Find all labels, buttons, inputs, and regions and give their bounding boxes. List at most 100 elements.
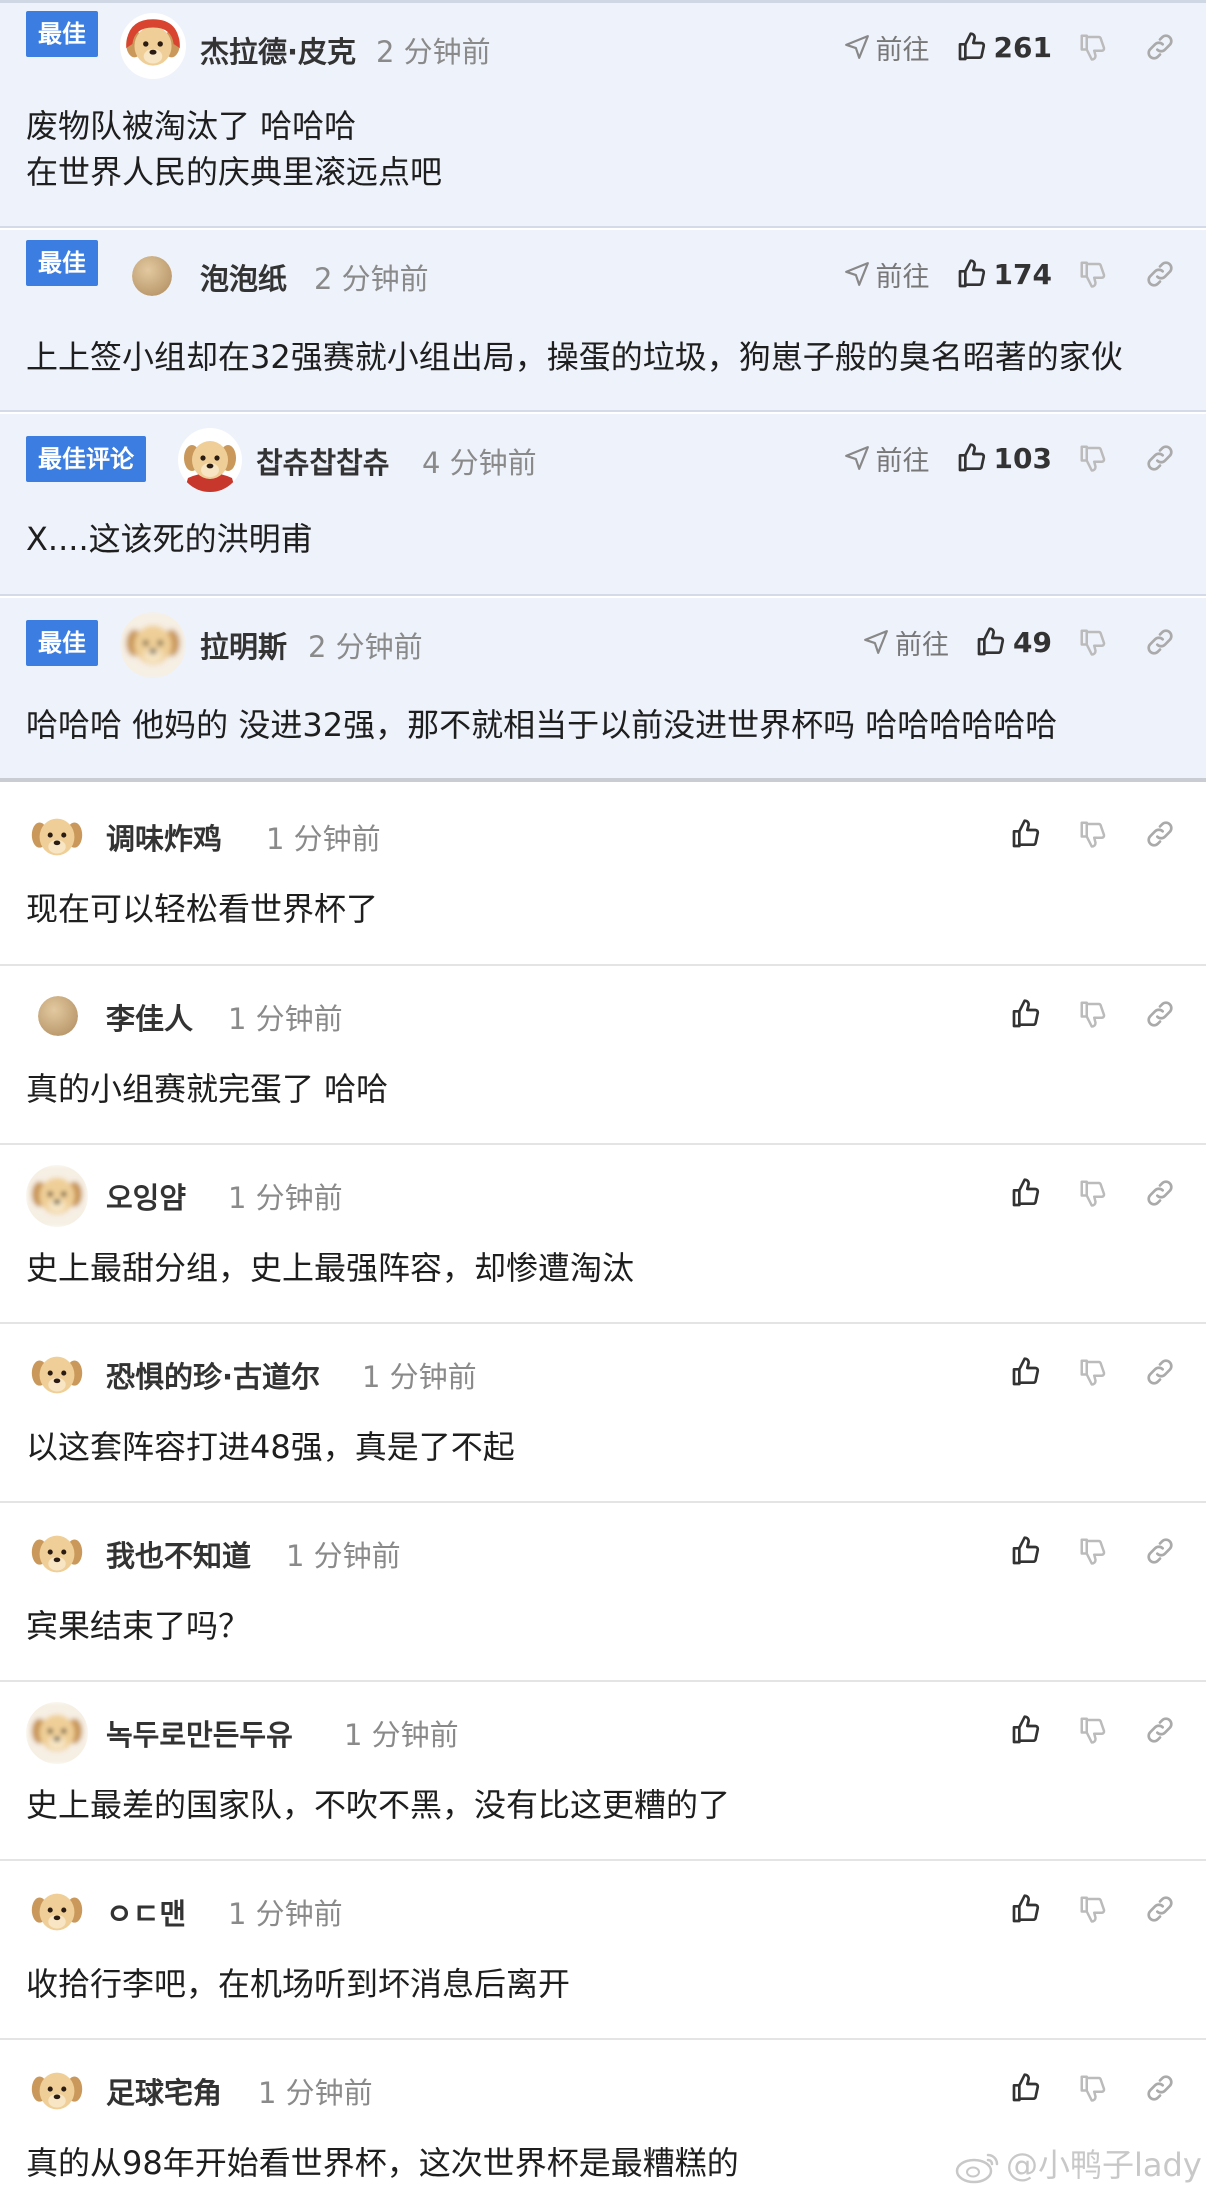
thumbs-down-icon bbox=[1080, 1359, 1106, 1386]
dislike-button[interactable] bbox=[1078, 2073, 1108, 2103]
thumbs-up-icon bbox=[1012, 1357, 1040, 1386]
link-icon bbox=[1147, 1538, 1173, 1564]
best-comment: 最佳 泡泡纸 2 分钟前 前往 174 上上签小组却在32强赛就小组出局，操蛋的… bbox=[0, 230, 1206, 412]
author-name[interactable]: 찹츄찹찹츄 bbox=[256, 440, 389, 482]
dislike-button[interactable] bbox=[1078, 443, 1108, 473]
author-name[interactable]: 我也不知道 bbox=[106, 1533, 251, 1575]
timestamp: 1 分钟前 bbox=[344, 1718, 459, 1752]
avatar[interactable] bbox=[178, 428, 242, 492]
like-button[interactable] bbox=[1010, 818, 1048, 850]
like-button[interactable] bbox=[1010, 998, 1048, 1030]
like-button[interactable]: 261 bbox=[956, 31, 1052, 64]
best-badge: 最佳评论 bbox=[26, 436, 146, 482]
goto-button[interactable]: 前往 bbox=[844, 255, 930, 294]
share-link-button[interactable] bbox=[1144, 1893, 1176, 1925]
dislike-button[interactable] bbox=[1078, 1894, 1108, 1924]
share-link-button[interactable] bbox=[1144, 1535, 1176, 1567]
beige-circle-icon bbox=[38, 996, 78, 1036]
dislike-button[interactable] bbox=[1078, 259, 1108, 289]
like-button[interactable]: 103 bbox=[956, 442, 1052, 475]
goto-label: 前往 bbox=[895, 629, 950, 661]
goto-label: 前往 bbox=[875, 34, 930, 66]
share-link-button[interactable] bbox=[1144, 1714, 1176, 1746]
author-name[interactable]: 足球宅角 bbox=[106, 2070, 222, 2112]
thumbs-up-icon bbox=[1012, 999, 1040, 1028]
link-icon bbox=[1147, 34, 1173, 60]
link-icon bbox=[1147, 1001, 1173, 1027]
like-button[interactable] bbox=[1010, 1356, 1048, 1388]
avatar[interactable] bbox=[26, 1881, 88, 1943]
avatar[interactable] bbox=[26, 1165, 88, 1227]
author-name[interactable]: 李佳人 bbox=[106, 996, 193, 1038]
author-name[interactable]: 拉明斯 bbox=[200, 624, 287, 666]
author-name[interactable]: ㅇㄷ맨 bbox=[106, 1891, 186, 1933]
avatar[interactable] bbox=[26, 1702, 88, 1764]
author-name[interactable]: 오잉얌 bbox=[106, 1175, 186, 1217]
goto-button[interactable]: 前往 bbox=[844, 28, 930, 67]
comment-text: 现在可以轻松看世界杯了 bbox=[26, 890, 379, 928]
best-comment: 最佳 杰拉德·皮克 2 分钟前 前往 261 废物队被淘汰了 哈哈哈 在世界人民… bbox=[0, 3, 1206, 228]
puppy-icon bbox=[26, 2060, 88, 2122]
comment-text: 收拾行李吧，在机场听到坏消息后离开 bbox=[26, 1965, 571, 2003]
timestamp: 4 分钟前 bbox=[422, 446, 537, 480]
author-name[interactable]: 녹두로만든두유 bbox=[106, 1712, 293, 1754]
avatar[interactable] bbox=[38, 996, 78, 1036]
like-button[interactable] bbox=[1010, 1177, 1048, 1209]
like-button[interactable] bbox=[1010, 1893, 1048, 1925]
dislike-button[interactable] bbox=[1078, 32, 1108, 62]
author-name[interactable]: 调味炸鸡 bbox=[106, 816, 222, 858]
thumbs-down-icon bbox=[1080, 629, 1106, 656]
dislike-button[interactable] bbox=[1078, 1357, 1108, 1387]
share-link-button[interactable] bbox=[1144, 2072, 1176, 2104]
puppy-blurred-icon bbox=[26, 1702, 88, 1764]
share-link-button[interactable] bbox=[1144, 31, 1176, 63]
goto-button[interactable]: 前往 bbox=[844, 439, 930, 478]
best-badge: 最佳 bbox=[26, 11, 98, 57]
avatar[interactable] bbox=[26, 1523, 88, 1585]
thumbs-down-icon bbox=[1080, 1001, 1106, 1028]
dislike-button[interactable] bbox=[1078, 999, 1108, 1029]
like-button[interactable] bbox=[1010, 2072, 1048, 2104]
goto-button[interactable]: 前往 bbox=[863, 623, 949, 662]
author-name[interactable]: 杰拉德·皮克 bbox=[200, 29, 356, 71]
like-button[interactable]: 174 bbox=[956, 258, 1052, 291]
weibo-watermark: @小鸭子lady bbox=[954, 2140, 1202, 2186]
dislike-button[interactable] bbox=[1078, 819, 1108, 849]
author-name[interactable]: 恐惧的珍·古道尔 bbox=[106, 1354, 320, 1396]
like-button[interactable] bbox=[1010, 1535, 1048, 1567]
avatar[interactable] bbox=[120, 612, 186, 678]
timestamp: 2 分钟前 bbox=[314, 262, 429, 296]
comment-text: 真的小组赛就完蛋了 哈哈 bbox=[26, 1070, 389, 1108]
timestamp: 2 分钟前 bbox=[308, 630, 423, 664]
dislike-button[interactable] bbox=[1078, 1715, 1108, 1745]
share-link-button[interactable] bbox=[1144, 1177, 1176, 1209]
share-link-button[interactable] bbox=[1144, 818, 1176, 850]
share-link-button[interactable] bbox=[1144, 626, 1176, 658]
avatar[interactable] bbox=[26, 806, 88, 868]
comment-actions bbox=[1010, 812, 1176, 856]
watermark-text: @小鸭子lady bbox=[1006, 2146, 1202, 2184]
comment-actions bbox=[1010, 992, 1176, 1036]
link-icon bbox=[1147, 821, 1173, 847]
thumbs-up-icon bbox=[958, 259, 985, 288]
avatar[interactable] bbox=[132, 256, 172, 296]
share-link-button[interactable] bbox=[1144, 1356, 1176, 1388]
link-icon bbox=[1147, 629, 1173, 655]
author-name[interactable]: 泡泡纸 bbox=[200, 256, 287, 298]
avatar[interactable] bbox=[26, 2060, 88, 2122]
comment: ㅇㄷ맨 1 分钟前 收拾行李吧，在机场听到坏消息后离开 bbox=[0, 1861, 1206, 2040]
dislike-button[interactable] bbox=[1078, 1536, 1108, 1566]
avatar[interactable] bbox=[120, 13, 186, 79]
dislike-button[interactable] bbox=[1078, 627, 1108, 657]
share-link-button[interactable] bbox=[1144, 258, 1176, 290]
timestamp: 1 分钟前 bbox=[228, 1002, 343, 1036]
thumbs-down-icon bbox=[1080, 261, 1106, 288]
share-link-button[interactable] bbox=[1144, 998, 1176, 1030]
puppy-icon bbox=[26, 1523, 88, 1585]
share-link-button[interactable] bbox=[1144, 442, 1176, 474]
like-button[interactable] bbox=[1010, 1714, 1048, 1746]
like-button[interactable]: 49 bbox=[975, 626, 1052, 659]
avatar[interactable] bbox=[26, 1344, 88, 1406]
dislike-button[interactable] bbox=[1078, 1178, 1108, 1208]
timestamp: 1 分钟前 bbox=[362, 1360, 477, 1394]
